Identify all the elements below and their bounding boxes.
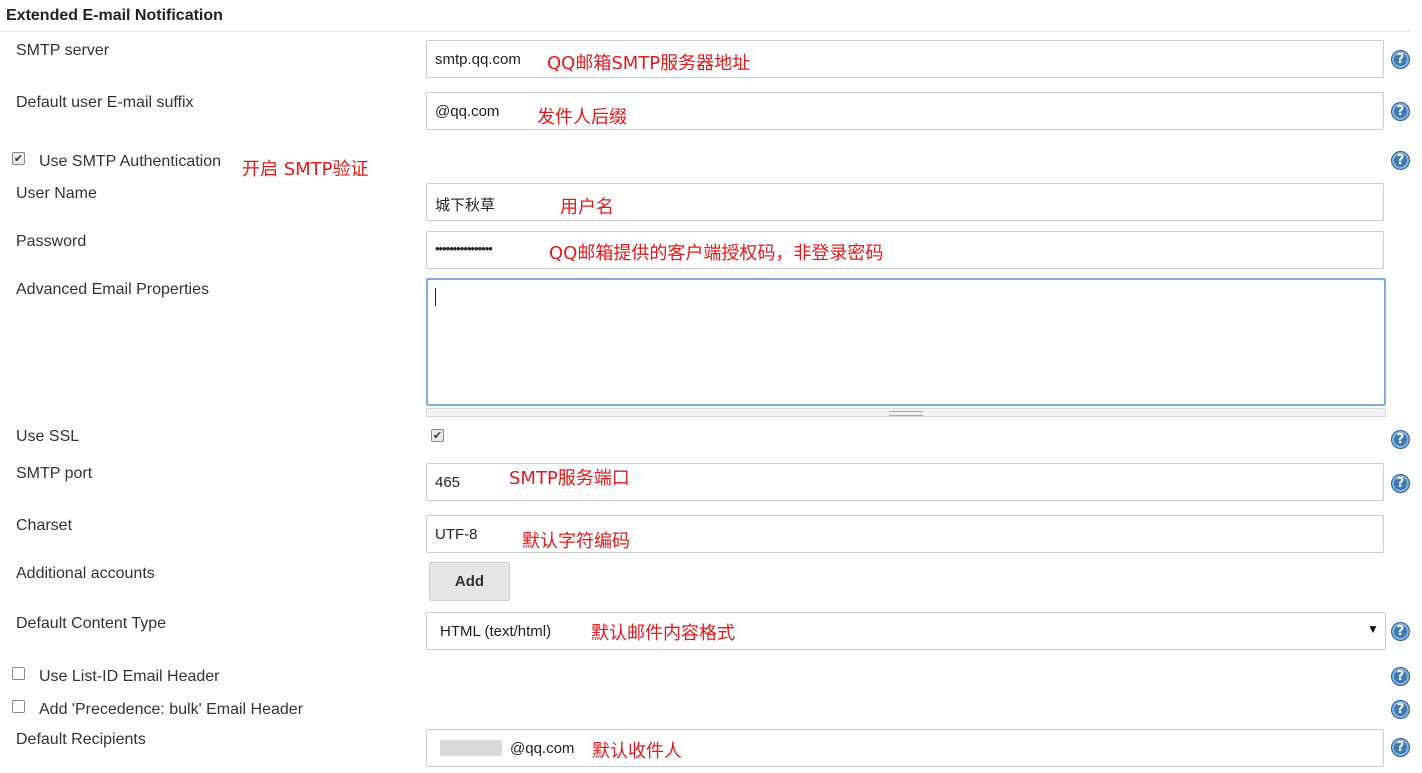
section-title: Extended E-mail Notification [6, 7, 223, 24]
use-auth-label: Use SMTP Authentication [39, 153, 222, 170]
smtp-port-label: SMTP port [16, 465, 93, 482]
help-icon[interactable]: ? [1391, 667, 1410, 686]
help-icon[interactable]: ? [1391, 700, 1410, 719]
help-icon[interactable]: ? [1391, 151, 1410, 170]
use-auth-checkbox[interactable]: ✔ [12, 152, 25, 165]
charset-value: UTF-8 [435, 526, 478, 543]
checkmark-icon: ✔ [432, 429, 443, 442]
precedence-checkbox[interactable] [12, 700, 25, 713]
charset-label: Charset [16, 517, 73, 534]
recipients-note: 默认收件人 [592, 741, 682, 762]
grip-icon [889, 411, 923, 416]
smtp-server-label: SMTP server [16, 42, 110, 59]
content-type-value: HTML (text/html) [440, 623, 552, 640]
caret-down-icon[interactable]: ▼ [1367, 622, 1379, 636]
charset-note: 默认字符编码 [522, 531, 630, 552]
content-type-select[interactable] [426, 612, 1386, 650]
advanced-props-textarea[interactable] [426, 278, 1386, 406]
use-ssl-label: Use SSL [16, 428, 80, 445]
password-value: •••••••••••••••• [435, 241, 493, 256]
use-ssl-checkbox[interactable]: ✔ [431, 429, 444, 442]
smtp-server-note: QQ邮箱SMTP服务器地址 [547, 53, 751, 74]
text-caret [435, 288, 436, 306]
help-icon[interactable]: ? [1391, 102, 1410, 121]
add-account-button[interactable]: Add [429, 562, 510, 601]
advanced-props-label: Advanced Email Properties [16, 281, 209, 298]
content-type-label: Default Content Type [16, 615, 167, 632]
email-suffix-note: 发件人后缀 [537, 107, 627, 128]
list-id-label: Use List-ID Email Header [39, 668, 220, 685]
content-type-note: 默认邮件内容格式 [591, 623, 735, 644]
precedence-label: Add 'Precedence: bulk' Email Header [39, 701, 304, 718]
help-icon[interactable]: ? [1391, 50, 1410, 69]
section-divider [0, 31, 1410, 32]
smtp-server-value: smtp.qq.com [435, 51, 521, 68]
user-name-label: User Name [16, 185, 97, 202]
additional-accounts-label: Additional accounts [16, 565, 155, 582]
password-note: QQ邮箱提供的客户端授权码，非登录密码 [549, 243, 884, 264]
smtp-port-note: SMTP服务端口 [509, 468, 630, 489]
help-icon[interactable]: ? [1391, 474, 1410, 493]
help-icon[interactable]: ? [1391, 622, 1410, 641]
help-icon[interactable]: ? [1391, 738, 1410, 757]
email-suffix-label: Default user E-mail suffix [16, 94, 194, 111]
recipients-value: @qq.com [510, 740, 575, 757]
checkmark-icon: ✔ [13, 152, 24, 165]
email-suffix-value: @qq.com [435, 103, 500, 120]
user-name-value: 城下秋草 [435, 196, 496, 214]
password-label: Password [16, 233, 87, 250]
list-id-checkbox[interactable] [12, 667, 25, 680]
user-name-note: 用户名 [560, 197, 614, 218]
smtp-port-value: 465 [435, 474, 461, 491]
recipients-label: Default Recipients [16, 731, 146, 748]
use-auth-note: 开启 SMTP验证 [242, 159, 369, 180]
help-icon[interactable]: ? [1391, 430, 1410, 449]
redacted-text [440, 740, 502, 756]
